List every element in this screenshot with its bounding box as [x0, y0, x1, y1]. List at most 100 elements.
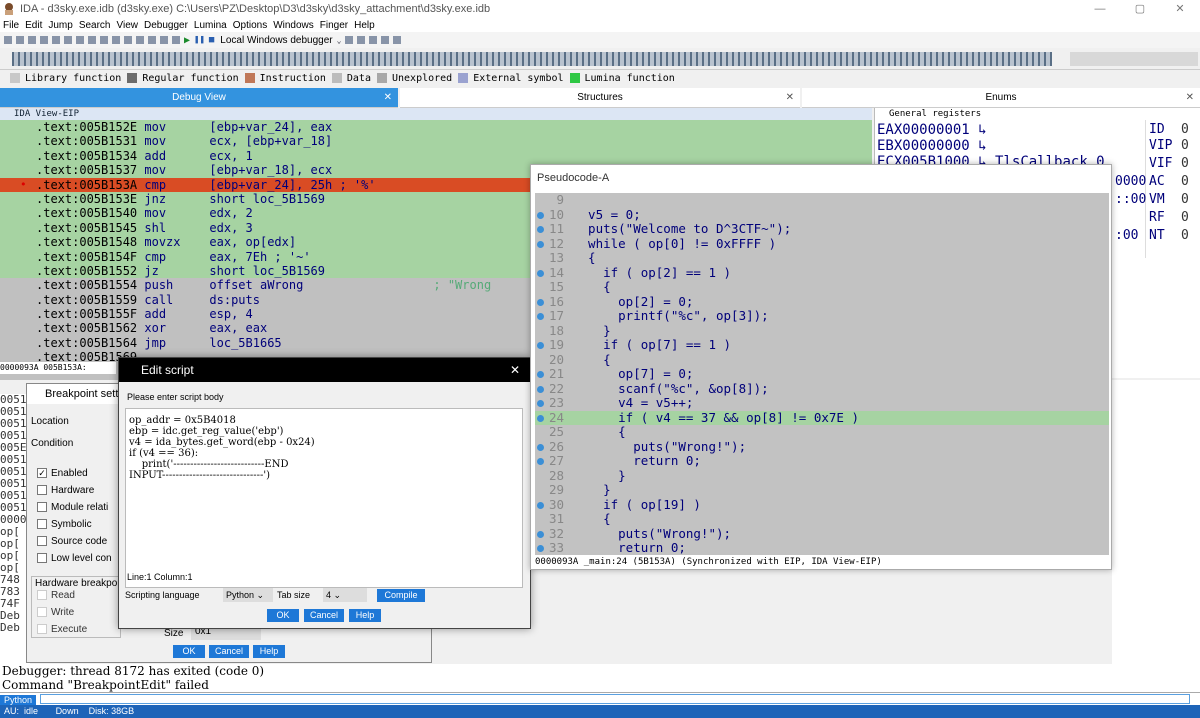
disasm-operand[interactable]: [ebp+var_24], 25h ; '%' [209, 178, 375, 192]
pseudocode-line[interactable]: 33 return 0; [535, 540, 1109, 555]
register-eax[interactable]: EAX00000001 ↳ [877, 122, 987, 138]
breakpoint-dot-icon[interactable]: • [20, 178, 27, 192]
minimize-button[interactable]: — [1080, 0, 1120, 18]
code-text[interactable]: v4 = v5++; [573, 395, 693, 410]
search-icon[interactable] [52, 36, 60, 44]
code-text[interactable]: { [573, 352, 611, 367]
breakpoint-marker-icon[interactable] [537, 298, 544, 306]
pseudocode-line[interactable]: 11 puts("Welcome to D^3CTF~"); [535, 221, 1109, 237]
disasm-address[interactable]: .text:005B154F [36, 250, 137, 264]
string-icon[interactable] [160, 36, 168, 44]
disasm-address[interactable]: .text:005B153A [36, 178, 137, 192]
disasm-address[interactable]: .text:005B1562 [36, 321, 137, 335]
code-text[interactable]: scanf("%c", &op[8]); [573, 381, 769, 396]
menu-options[interactable]: Options [230, 20, 270, 31]
flag-ac[interactable]: AC [1149, 174, 1165, 189]
breakpoint-marker-icon[interactable] [537, 371, 544, 378]
disasm-operand[interactable]: [ebp+var_24], eax [209, 120, 332, 134]
disasm-operand[interactable]: eax, eax [209, 321, 267, 335]
pause-icon[interactable]: ❚❚ [194, 35, 205, 45]
flag-rf[interactable]: RF [1149, 210, 1165, 225]
flag-value[interactable]: 0 [1181, 228, 1189, 243]
disasm-operand[interactable]: offset aWrong [209, 278, 303, 292]
tab-size-select[interactable]: 4 ⌄ [323, 588, 367, 602]
undefine-icon[interactable] [172, 36, 180, 44]
bp-checkbox[interactable]: Low level con [37, 553, 112, 564]
pseudocode-line[interactable]: 17 printf("%c", op[3]); [535, 308, 1109, 324]
enum-icon[interactable] [124, 36, 132, 44]
code-text[interactable]: puts("Welcome to D^3CTF~"); [573, 221, 791, 236]
code-text[interactable]: if ( op[2] == 1 ) [573, 265, 731, 280]
disasm-operand[interactable]: short loc_5B1569 [209, 264, 325, 278]
watch-icon[interactable] [393, 36, 402, 44]
code-text[interactable]: op[2] = 0; [573, 294, 693, 309]
disasm-operand[interactable]: ecx, 1 [209, 149, 252, 163]
register-value[interactable]: 00000000 [902, 138, 969, 154]
disasm-address[interactable]: .text:005B1559 [36, 293, 137, 307]
step-into-icon[interactable] [345, 36, 354, 44]
bp-checkbox[interactable]: Module relati [37, 502, 108, 513]
pseudocode-line[interactable]: 22 scanf("%c", &op[8]); [535, 381, 1109, 397]
code-text[interactable]: { [573, 250, 596, 265]
breakpoint-marker-icon[interactable] [537, 545, 544, 552]
code-text[interactable]: puts("Wrong!"); [573, 439, 746, 454]
disasm-address[interactable]: .text:005B1537 [36, 163, 137, 177]
script-editor[interactable]: op_addr = 0x5B4018 ebp = idc.get_reg_valu… [125, 408, 523, 588]
disasm-address[interactable]: .text:005B1564 [36, 336, 137, 350]
breakpoint-marker-icon[interactable] [537, 443, 544, 451]
breakpoint-marker-icon[interactable] [537, 530, 544, 538]
pseudocode-line[interactable]: 10 v5 = 0; [535, 207, 1109, 223]
code-text[interactable]: op[7] = 0; [573, 366, 693, 381]
code-icon[interactable] [136, 36, 144, 44]
breakpoint-marker-icon[interactable] [537, 269, 544, 277]
breakpoint-marker-icon[interactable] [537, 385, 544, 393]
script-line[interactable]: INPUT------------------------------') [129, 470, 270, 481]
pseudocode-line[interactable]: 32 puts("Wrong!"); [535, 526, 1109, 542]
script-line[interactable]: if (v4 == 36): [129, 448, 198, 459]
pseudocode-line[interactable]: 14 if ( op[2] == 1 ) [535, 265, 1109, 281]
es-ok-button[interactable]: OK [267, 609, 299, 622]
disasm-address[interactable]: .text:005B1552 [36, 264, 137, 278]
disasm-operand[interactable]: edx, 3 [209, 221, 252, 235]
open-icon[interactable] [4, 36, 12, 44]
pseudocode-line[interactable]: 31 { [535, 511, 1109, 527]
graph-icon[interactable] [76, 36, 84, 44]
breakpoint-marker-icon[interactable] [537, 240, 544, 248]
forward-icon[interactable] [40, 36, 48, 44]
stop-icon[interactable]: ■ [209, 35, 214, 45]
pseudocode-line[interactable]: 24 if ( v4 == 37 && op[8] != 0x7E ) [535, 410, 1109, 425]
breakpoint-marker-icon[interactable] [537, 414, 544, 422]
code-text[interactable]: { [573, 279, 611, 294]
pseudocode-line[interactable]: 30 if ( op[19] ) [535, 497, 1109, 513]
flag-value[interactable]: 0 [1181, 210, 1189, 225]
script-line[interactable]: ebp = idc.get_reg_value('ebp') [129, 426, 283, 437]
python-button[interactable]: Python [0, 695, 37, 705]
bp-checkbox[interactable]: Symbolic [37, 519, 92, 530]
pseudocode-line[interactable]: 20 { [535, 352, 1109, 368]
pseudocode-line[interactable]: 15 { [535, 279, 1109, 295]
disasm-address[interactable]: .text:005B1534 [36, 149, 137, 163]
code-text[interactable]: v5 = 0; [573, 207, 641, 222]
close-icon[interactable]: ✕ [786, 88, 794, 108]
code-text[interactable]: if ( op[7] == 1 ) [573, 337, 731, 352]
register-ebx[interactable]: EBX00000000 ↳ [877, 138, 987, 154]
bp-checkbox[interactable]: Source code [37, 536, 107, 547]
pseudocode-line[interactable]: 13 { [535, 250, 1109, 266]
bp-ok-button[interactable]: OK [173, 645, 205, 658]
text-search-icon[interactable] [64, 36, 72, 44]
disasm-operand[interactable]: loc_5B1665 [209, 336, 281, 350]
menu-help[interactable]: Help [351, 20, 378, 31]
flag-vip[interactable]: VIP [1149, 138, 1172, 153]
menu-file[interactable]: File [0, 20, 22, 31]
debugger-select[interactable]: Local Windows debugger [220, 35, 332, 46]
flag-nt[interactable]: NT [1149, 228, 1165, 243]
code-text[interactable]: { [573, 424, 626, 439]
disasm-line[interactable]: .text:005B1531 mov ecx, [ebp+var_18] [0, 134, 872, 149]
code-text[interactable]: } [573, 468, 626, 483]
es-cancel-button[interactable]: Cancel [304, 609, 344, 622]
hw-read-checkbox[interactable]: Read [37, 590, 75, 601]
disasm-operand[interactable]: [ebp+var_18], ecx [209, 163, 332, 177]
flag-vm[interactable]: VM [1149, 192, 1165, 207]
disasm-operand[interactable]: short loc_5B1569 [209, 192, 325, 206]
code-text[interactable]: { [573, 511, 611, 526]
